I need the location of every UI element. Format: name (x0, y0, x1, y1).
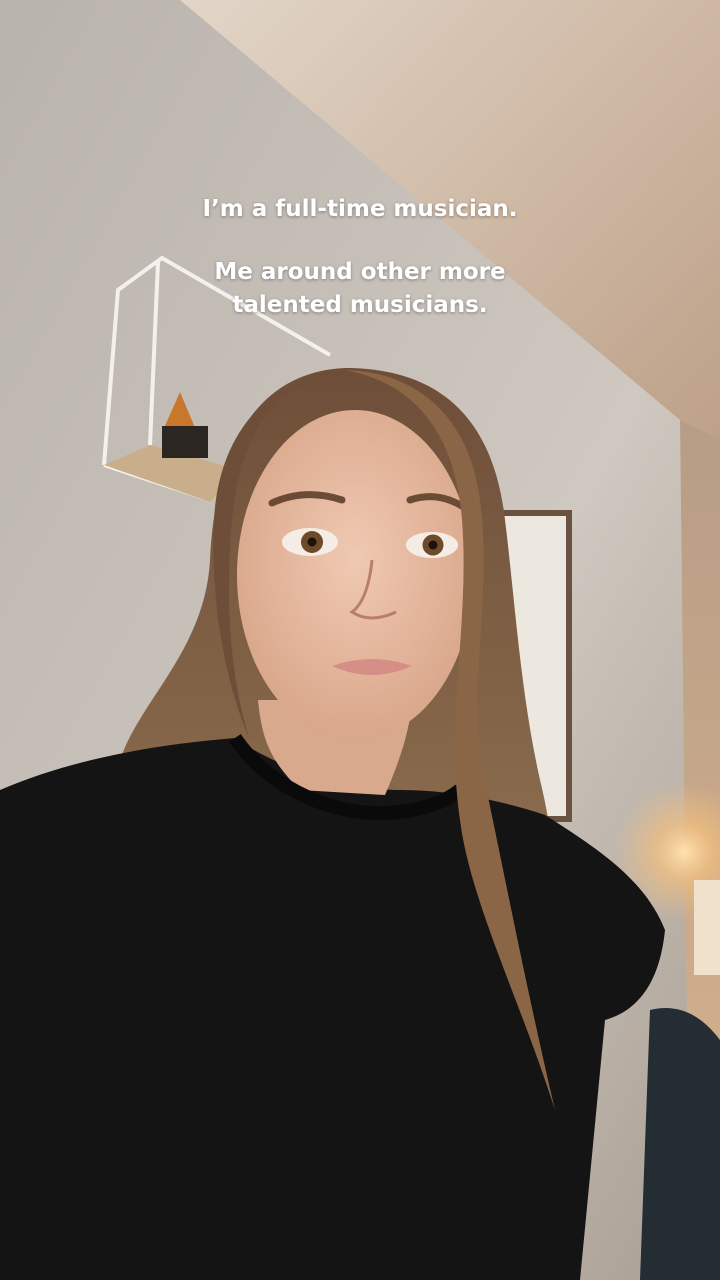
couch (640, 1008, 720, 1280)
caption-line-1: I’m a full-time musician. (202, 196, 518, 222)
caption-line-2: Me around other more (214, 259, 506, 285)
video-frame (0, 0, 720, 1280)
lamp-shade (694, 880, 720, 975)
caption-block: Me around other more talented musicians. (0, 256, 720, 322)
face (237, 410, 473, 740)
caption-line-3: talented musicians. (232, 292, 488, 318)
